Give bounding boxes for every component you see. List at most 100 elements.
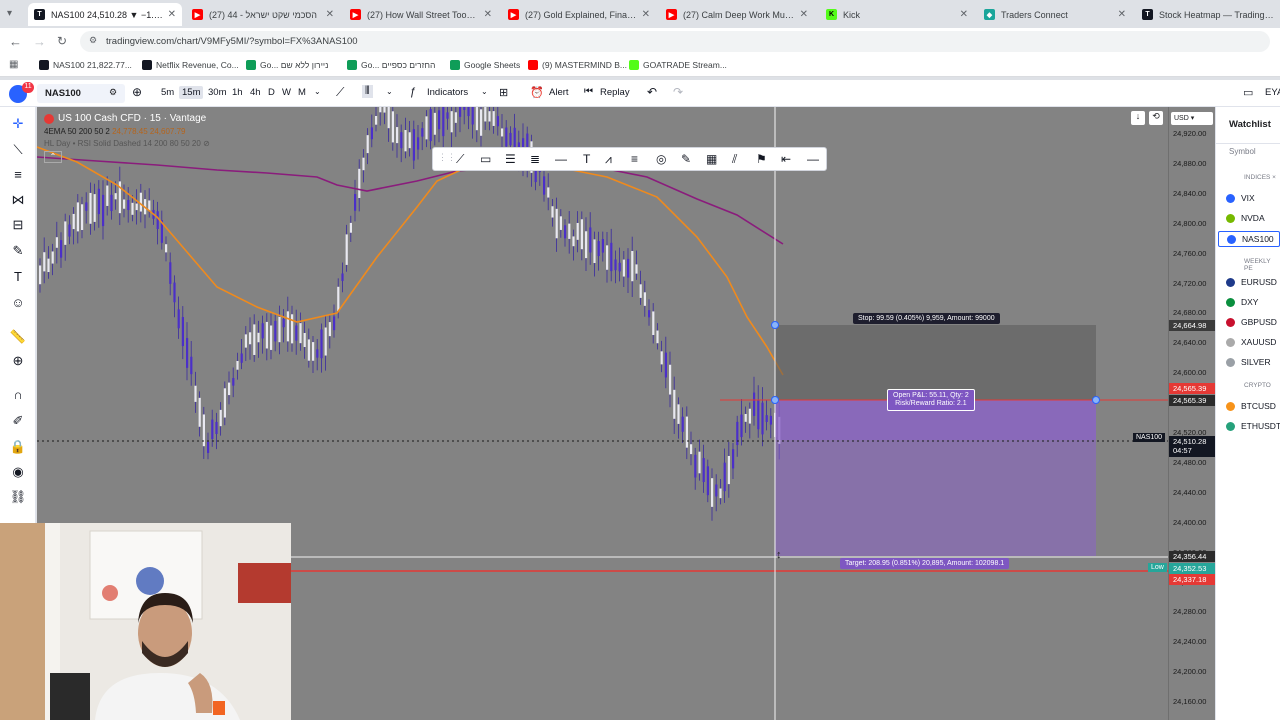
entry-handle[interactable] — [771, 396, 779, 404]
brush-tool-icon[interactable]: ✎ — [681, 152, 691, 166]
alert-button[interactable]: Alert — [549, 87, 569, 98]
watchlist-item[interactable]: XAUUSD — [1226, 337, 1276, 347]
lock-icon[interactable]: 🔒 — [9, 439, 27, 455]
watchlist-section[interactable]: WEEKLY PE — [1244, 258, 1280, 272]
collapse-legend-icon[interactable]: ⌃ — [44, 151, 62, 163]
interval-1h[interactable]: 1h — [232, 87, 243, 98]
fib-icon[interactable]: ≡ — [9, 167, 27, 182]
arrow-tool-icon[interactable]: ⇤ — [781, 152, 791, 166]
fullscreen-icon[interactable]: ▭ — [1243, 86, 1253, 99]
reload-icon[interactable]: ↻ — [57, 34, 67, 48]
rsi-indicator-label[interactable]: HL Day • RSI Solid Dashed 14 200 80 50 2… — [44, 139, 201, 148]
browser-tab[interactable]: ▶ (27) Gold Explained, Finally - Yo✕ — [502, 3, 656, 26]
interval-15m[interactable]: 15m — [179, 86, 204, 99]
back-icon[interactable]: ← — [9, 34, 22, 49]
magnet-icon[interactable]: ∩ — [9, 387, 27, 402]
grid-tool-icon[interactable]: ▦ — [706, 152, 717, 166]
url-input[interactable]: ⚙ tradingview.com/chart/V9MFy5MI/?symbol… — [80, 31, 1270, 52]
browser-tab[interactable]: ▶ (27) Calm Deep Work Music - P✕ — [660, 3, 814, 26]
fib-tool-icon[interactable]: ≣ — [530, 152, 540, 166]
eye-hidden-icon[interactable]: ⊘ — [203, 139, 210, 148]
width-handle[interactable] — [1092, 396, 1100, 404]
bookmark-item[interactable]: (9) MASTERMIND B... — [528, 60, 627, 70]
projection-icon[interactable]: ⊟ — [9, 217, 27, 233]
browser-tab[interactable]: K Kick ✕ — [820, 3, 974, 26]
more-tool-icon[interactable]: — — [807, 152, 819, 166]
browser-tab[interactable]: T NAS100 24,510.28 ▼ −1.86% E✕ — [28, 3, 182, 26]
circle-tool-icon[interactable]: ◎ — [656, 152, 666, 166]
line-tool-icon[interactable]: ⟋ — [456, 152, 464, 167]
close-icon[interactable]: ✕ — [960, 9, 968, 20]
replay-icon[interactable]: ⏮ — [584, 86, 593, 97]
crosshair-icon[interactable]: ✛ — [9, 116, 27, 132]
watchlist-title[interactable]: Watchlist — [1229, 119, 1271, 130]
candles-icon[interactable]: ⫴ — [362, 85, 373, 98]
chevron-down-icon[interactable]: ⌄ — [386, 87, 393, 96]
flag-tool-icon[interactable]: ⚑ — [756, 152, 767, 166]
indicators-button[interactable]: Indicators — [427, 87, 468, 98]
interval-d[interactable]: D — [268, 87, 275, 98]
replay-button[interactable]: Replay — [600, 87, 630, 98]
channel-tool-icon[interactable]: ☰ — [505, 152, 516, 166]
text-tool-icon[interactable]: T — [583, 152, 590, 166]
account-label[interactable]: EYA — [1265, 87, 1280, 98]
bookmark-item[interactable]: Go... ניירון ללא שם — [246, 60, 328, 70]
bookmark-item[interactable]: GOATRADE Stream... — [629, 60, 727, 70]
path-tool-icon[interactable]: ⩘ — [605, 152, 612, 167]
close-icon[interactable]: ✕ — [800, 9, 808, 20]
ema-indicator-label[interactable]: 4EMA 50 200 50 2 — [44, 127, 110, 136]
watchlist-item[interactable]: SILVER — [1226, 357, 1271, 367]
watchlist-item[interactable]: VIX — [1226, 193, 1255, 203]
browser-tab[interactable]: ◆ Traders Connect ✕ — [978, 3, 1132, 26]
redo-icon[interactable]: ↷ — [673, 85, 683, 99]
horizontal-line-icon[interactable]: — — [555, 152, 567, 166]
price-scale[interactable]: USD ▾ 24,920.00 24,880.00 24,840.00 24,800.… — [1168, 107, 1215, 720]
symbol-search[interactable]: NAS100 ⚙ — [37, 84, 125, 103]
watchlist-item[interactable]: DXY — [1226, 297, 1258, 307]
brush-icon[interactable]: ✎ — [9, 243, 27, 259]
layout-icon[interactable]: ⊞ — [499, 86, 508, 99]
interval-5m[interactable]: 5m — [161, 87, 174, 98]
close-icon[interactable]: ✕ — [642, 9, 650, 20]
watchlist-item[interactable]: EURUSD — [1226, 277, 1277, 287]
bookmark-item[interactable]: NAS100 21,822.77... — [39, 60, 132, 70]
close-icon[interactable]: ✕ — [1118, 9, 1126, 20]
interval-m[interactable]: M — [298, 87, 306, 98]
list-tool-icon[interactable]: ≡ — [631, 152, 638, 166]
close-icon[interactable]: ✕ — [168, 9, 176, 20]
line-chart-icon[interactable]: ⟋ — [336, 85, 344, 100]
ruler-icon[interactable]: 📏 — [9, 329, 27, 345]
bookmark-item[interactable]: Google Sheets — [450, 60, 520, 70]
watchlist-item[interactable]: NAS100 — [1218, 231, 1280, 247]
alarm-icon[interactable]: ⏰ — [530, 86, 544, 99]
compare-icon[interactable]: ⊕ — [132, 85, 142, 99]
watchlist-item[interactable]: GBPUSD — [1226, 317, 1277, 327]
drag-handle-icon[interactable]: ⋮⋮ — [438, 152, 456, 163]
trend-line-icon[interactable]: ⟍ — [9, 142, 27, 158]
indicators-icon[interactable]: ƒ — [410, 86, 416, 98]
currency-select[interactable]: USD ▾ — [1171, 112, 1213, 125]
interval-4h[interactable]: 4h — [250, 87, 261, 98]
scroll-down-icon[interactable]: ↓ — [1131, 111, 1145, 125]
watchlist-item[interactable]: BTCUSD — [1226, 401, 1276, 411]
text-icon[interactable]: T — [9, 269, 27, 284]
symbol-settings-icon[interactable]: ⚙ — [109, 87, 117, 98]
watchlist-section[interactable]: INDICES × — [1244, 174, 1276, 181]
bookmark-item[interactable]: Go... החזרים כספיים — [347, 60, 435, 70]
rectangle-tool-icon[interactable]: ▭ — [480, 152, 491, 166]
tab-search-icon[interactable]: ▾ — [7, 8, 12, 19]
chevron-down-icon[interactable]: ⌄ — [314, 87, 321, 96]
pencil-lock-icon[interactable]: ✐ — [9, 413, 27, 429]
bookmark-item[interactable]: Netflix Revenue, Co... — [142, 60, 239, 70]
interval-30m[interactable]: 30m — [208, 87, 226, 98]
zoom-icon[interactable]: ⊕ — [9, 353, 27, 369]
watchlist-section[interactable]: CRYPTO — [1244, 382, 1271, 389]
interval-w[interactable]: W — [282, 87, 291, 98]
watchlist-item[interactable]: ETHUSDT — [1226, 421, 1280, 431]
stop-handle[interactable] — [771, 321, 779, 329]
browser-tab[interactable]: ▶ הסכמי שקט ישראל - 44 (27) ✕ — [186, 3, 340, 26]
browser-tab[interactable]: T Stock Heatmap — TradingView — [1136, 3, 1280, 26]
link-icon[interactable]: ⛓ — [9, 489, 27, 505]
emoji-icon[interactable]: ☺ — [9, 295, 27, 310]
chevron-down-icon[interactable]: ⌄ — [481, 87, 488, 96]
